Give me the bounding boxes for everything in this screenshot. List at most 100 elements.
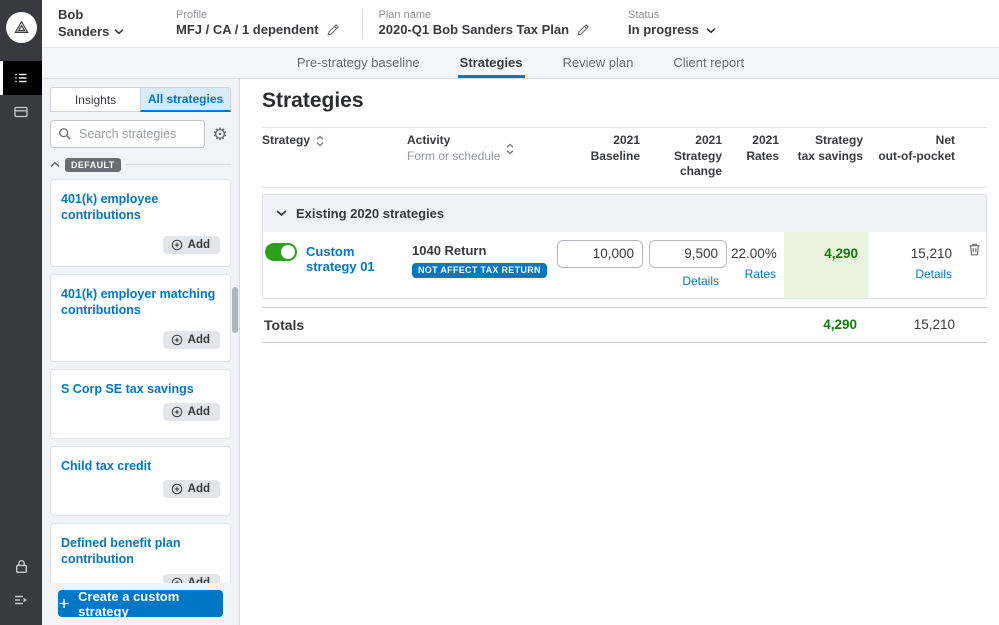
filter-settings-button[interactable]: ⚙	[209, 126, 231, 143]
sort-icon	[506, 143, 514, 155]
sort-activity-button[interactable]	[506, 143, 514, 155]
status-value: In progress	[628, 22, 699, 38]
tab-all-strategies[interactable]: All strategies	[140, 87, 231, 112]
net-out-of-pocket-value: 15,210	[910, 245, 952, 261]
left-rail	[0, 0, 42, 625]
client-name-line2: Sanders	[58, 23, 110, 39]
tax-savings-value: 4,290	[824, 245, 858, 261]
toggle-knob	[281, 244, 295, 259]
collapse-section-button[interactable]	[50, 161, 60, 168]
add-strategy-button[interactable]: Add	[162, 403, 220, 422]
default-section-badge: DEFAULT	[65, 158, 121, 172]
strategy-card-title[interactable]: 401(k) employee contributions	[61, 191, 220, 225]
strategy-card-title[interactable]: Defined benefit plan contribution	[61, 535, 220, 569]
strategy-name-link[interactable]: Custom strategy 01	[306, 243, 404, 274]
add-strategy-button[interactable]: Add	[162, 480, 220, 499]
add-strategy-button[interactable]: Add	[162, 236, 220, 255]
plus-circle-icon	[171, 578, 182, 583]
strategy-card-title[interactable]: S Corp SE tax savings	[61, 381, 220, 398]
header-divider	[361, 8, 363, 39]
strategy-change-details-link[interactable]: Details	[649, 274, 723, 288]
add-strategy-button[interactable]: Add	[162, 331, 220, 350]
strategy-card: 401(k) employee contributions Add	[50, 178, 231, 267]
main-content: Strategies Strategy Activity Form or sch…	[240, 79, 999, 625]
client-selector[interactable]: Bob Sanders	[58, 7, 162, 41]
delete-strategy-button[interactable]	[967, 242, 982, 288]
panel-scrollbar-thumb[interactable]	[232, 287, 238, 333]
table-header-row: Strategy Activity Form or schedule 2021 B…	[262, 127, 987, 188]
rail-item-plan-list[interactable]	[0, 61, 42, 95]
panel-view-tabs: Insights All strategies	[50, 87, 231, 112]
strategy-card: S Corp SE tax savings Add	[50, 368, 231, 439]
strategy-card: Defined benefit plan contribution Add	[50, 522, 231, 583]
strategy-change-input[interactable]	[649, 239, 727, 268]
search-strategies-input[interactable]	[50, 120, 205, 148]
default-section-header: DEFAULT	[50, 158, 231, 172]
client-name-line1: Bob	[58, 6, 84, 22]
pencil-icon	[577, 24, 589, 36]
tab-client-report[interactable]: Client report	[671, 48, 746, 78]
group-label: Existing 2020 strategies	[296, 205, 445, 221]
chevron-down-icon	[114, 29, 124, 35]
plan-label: Plan name	[378, 8, 432, 21]
net-details-link[interactable]: Details	[872, 267, 956, 281]
add-button-label: Add	[187, 334, 210, 347]
sort-strategy-button[interactable]	[316, 135, 324, 147]
totals-label: Totals	[264, 316, 305, 333]
menu-collapse-icon	[15, 595, 27, 605]
col-header-activity-sub: Form or schedule	[407, 148, 501, 163]
create-custom-strategy-button[interactable]: Create a custom strategy	[58, 589, 223, 619]
totals-net-out-of-pocket: 15,210	[913, 317, 955, 333]
gear-icon: ⚙	[212, 124, 228, 144]
plan-group: Plan name 2020-Q1 Bob Sanders Tax Plan	[379, 9, 591, 39]
strategy-card-title[interactable]: Child tax credit	[61, 458, 220, 475]
chevron-down-icon	[706, 28, 716, 34]
totals-tax-savings: 4,290	[823, 317, 857, 333]
pencil-icon	[326, 24, 339, 36]
profile-label: Profile	[176, 8, 208, 21]
edit-plan-name-button[interactable]	[576, 23, 590, 37]
profile-group: Profile MFJ / CA / 1 dependent	[176, 9, 340, 39]
trash-icon	[968, 243, 980, 256]
rail-item-billing[interactable]	[0, 95, 42, 129]
strategy-card: 401(k) employer matching contributions A…	[50, 273, 231, 362]
rail-item-collapse-menu[interactable]	[0, 583, 42, 617]
col-header-tax-savings: Strategy tax savings	[797, 133, 863, 163]
sort-icon	[316, 135, 324, 147]
card-icon	[14, 106, 28, 118]
baseline-input[interactable]	[557, 239, 643, 268]
tab-strategies[interactable]: Strategies	[457, 48, 525, 78]
lock-icon	[15, 559, 27, 573]
status-group[interactable]: Status In progress	[628, 9, 716, 39]
app-logo[interactable]	[5, 12, 37, 43]
rates-link[interactable]: Rates	[731, 267, 780, 281]
plus-circle-icon	[171, 334, 182, 346]
strategy-row: Custom strategy 01 1040 Return NOT AFFEC…	[263, 231, 986, 298]
plus-icon	[59, 598, 69, 609]
group-header-existing-strategies[interactable]: Existing 2020 strategies	[263, 194, 986, 232]
plan-step-tabs: Pre-strategy baseline Strategies Review …	[42, 48, 999, 79]
rail-item-lock[interactable]	[0, 549, 42, 583]
chevron-down-icon	[276, 210, 287, 217]
list-icon	[15, 73, 27, 83]
add-button-label: Add	[187, 406, 210, 419]
top-header: Bob Sanders Profile MFJ / CA / 1 depende…	[42, 0, 999, 48]
plan-name-value: 2020-Q1 Bob Sanders Tax Plan	[378, 22, 570, 38]
edit-profile-button[interactable]	[326, 23, 340, 37]
tab-review-plan[interactable]: Review plan	[561, 48, 636, 78]
strategy-enabled-toggle[interactable]	[265, 242, 297, 261]
section-divider	[125, 164, 231, 166]
col-header-rates: 2021 Rates	[746, 133, 779, 163]
add-button-label: Add	[187, 239, 210, 252]
tab-pre-strategy-baseline[interactable]: Pre-strategy baseline	[295, 48, 422, 78]
plus-circle-icon	[171, 407, 182, 418]
tax-return-badge: NOT AFFECT TAX RETURN	[412, 262, 547, 278]
strategy-card-title[interactable]: 401(k) employer matching contributions	[61, 286, 220, 320]
add-button-label: Add	[188, 577, 210, 583]
add-strategy-button[interactable]: Add	[162, 574, 220, 583]
col-header-net-out-of-pocket: Net out-of-pocket	[878, 133, 955, 163]
add-button-label: Add	[187, 483, 210, 496]
chevron-up-icon	[50, 162, 60, 168]
tab-insights[interactable]: Insights	[50, 87, 140, 112]
strategy-card: Child tax credit Add	[50, 445, 231, 516]
